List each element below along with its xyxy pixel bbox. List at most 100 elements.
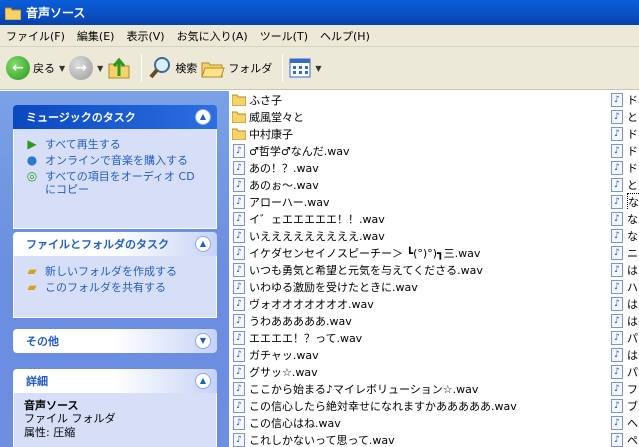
- file-item[interactable]: ♪ あのぉ～.wav: [232, 176, 607, 193]
- file-item[interactable]: ♪ いつも勇気と希望と元気を与えてくださる.wav: [232, 261, 607, 278]
- file-list-column-2: ♪ド♪とこ♪ドン♪ドン♪ドン♪と思♪なに♪なん♪なん♪ニコ♪はあ♪ハァ♪はぁ♪は…: [610, 91, 639, 447]
- file-item[interactable]: ♪ エエエエ！？って.wav: [232, 329, 607, 346]
- file-item[interactable]: ♪ イケダセンセイノスピーチー＞ ┗(°)°)┓三.wav: [232, 244, 607, 261]
- play-all-label: すべて再生する: [45, 138, 121, 151]
- file-item[interactable]: ♪ うわあああああ.wav: [232, 312, 607, 329]
- views-button[interactable]: ▼: [289, 52, 321, 84]
- file-item[interactable]: ♪ ニコ: [610, 244, 639, 261]
- cd-icon: ◎: [26, 169, 38, 183]
- file-item[interactable]: ♪ アローハー.wav: [232, 193, 607, 210]
- audio-file-icon: ♪: [233, 381, 245, 396]
- collapse-icon[interactable]: ▲: [195, 373, 211, 389]
- file-item[interactable]: ♪ なん: [610, 210, 639, 227]
- file-name: いわゆる激励を受けたときに.wav: [249, 280, 418, 294]
- file-item[interactable]: ♪ ガチャッ.wav: [232, 346, 607, 363]
- file-item[interactable]: ♪ はぁ: [610, 295, 639, 312]
- file-name: ドン: [627, 161, 639, 175]
- file-item[interactable]: ♪ ブル: [610, 397, 639, 414]
- details-header[interactable]: 詳細 ▲: [13, 369, 217, 393]
- menu-file[interactable]: ファイル(F): [0, 28, 71, 44]
- file-item[interactable]: ♪ これしかないって思って.wav: [232, 431, 607, 447]
- menu-tools[interactable]: ツール(T): [254, 28, 314, 44]
- file-item[interactable]: ♪ ドン: [610, 142, 639, 159]
- file-item[interactable]: ♪ とこ: [610, 108, 639, 125]
- audio-file-icon: ♪: [611, 364, 623, 379]
- share-folder-label: このフォルダを共有する: [45, 281, 166, 294]
- file-item[interactable]: ♪ フェ: [610, 380, 639, 397]
- file-item[interactable]: ♪ ここから始まる♪マイレボリューション☆.wav: [232, 380, 607, 397]
- file-item[interactable]: ♪ この信心はね.wav: [232, 414, 607, 431]
- chevron-down-icon[interactable]: ▼: [97, 64, 103, 73]
- folder-item[interactable]: ふさ子: [232, 91, 607, 108]
- up-folder-button[interactable]: [107, 52, 131, 84]
- file-item[interactable]: ♪ この信心したら絶対幸せになれますかあああああ.wav: [232, 397, 607, 414]
- expand-icon[interactable]: ▼: [195, 333, 211, 349]
- file-name: ヘス: [627, 416, 639, 430]
- separator: [282, 54, 284, 82]
- file-name: ドン: [627, 127, 639, 141]
- file-item[interactable]: ♪ グサッ☆.wav: [232, 363, 607, 380]
- audio-file-icon: ♪: [611, 381, 623, 396]
- file-item[interactable]: ♪ なん: [610, 227, 639, 244]
- details-type: ファイル フォルダ: [24, 412, 116, 425]
- file-item[interactable]: ♪ と思: [610, 176, 639, 193]
- folder-item[interactable]: 威風堂々と: [232, 108, 607, 125]
- other-header[interactable]: その他 ▼: [13, 329, 217, 353]
- audio-file-icon: ♪: [611, 245, 623, 260]
- file-item[interactable]: ♪ はぁ: [610, 346, 639, 363]
- file-item[interactable]: ♪ は～: [610, 312, 639, 329]
- file-item[interactable]: ♪ イ゛ェエエエエエ！！.wav: [232, 210, 607, 227]
- collapse-icon[interactable]: ▲: [195, 236, 211, 252]
- play-all-link[interactable]: ▶ すべて再生する: [24, 138, 206, 152]
- file-item[interactable]: ♪ なに: [610, 193, 639, 210]
- details-body: 音声ソース ファイル フォルダ 属性: 圧縮: [13, 393, 217, 447]
- file-item[interactable]: ♪ ヴォオオオオオオオ.wav: [232, 295, 607, 312]
- forward-button[interactable]: → ▼: [69, 52, 103, 84]
- file-item[interactable]: ♪ パー: [610, 363, 639, 380]
- file-item[interactable]: ♪ いわゆる激励を受けたときに.wav: [232, 278, 607, 295]
- audio-file-icon: ♪: [233, 347, 245, 362]
- music-tasks-header[interactable]: ミュージックのタスク ▲: [13, 105, 217, 129]
- file-name: はあ: [627, 263, 639, 277]
- file-item[interactable]: ♪ ペニ: [610, 431, 639, 447]
- file-tasks-header[interactable]: ファイルとフォルダのタスク ▲: [13, 232, 217, 256]
- file-name: ヴォオオオオオオオ.wav: [249, 297, 374, 311]
- menu-edit[interactable]: 編集(E): [71, 28, 121, 44]
- file-name: エエエエ！？って.wav: [249, 331, 363, 345]
- file-list: ふさ子 威風堂々と 中村康子 ♪ ♂哲学♂なんだ.wav ♪ あの！？.wav ♪ あのぉ～.w…: [229, 91, 639, 447]
- file-name: この信心はね.wav: [249, 416, 341, 430]
- back-label: 戻る: [33, 62, 55, 75]
- file-item[interactable]: ♪ ドン: [610, 159, 639, 176]
- chevron-down-icon[interactable]: ▼: [315, 64, 321, 73]
- menu-favorites[interactable]: お気に入り(A): [171, 28, 254, 44]
- menu-help[interactable]: ヘルプ(H): [314, 28, 376, 44]
- copy-to-cd-link[interactable]: ◎ すべての項目をオーディオ CD にコピー: [24, 169, 206, 197]
- new-folder-link[interactable]: ▰ 新しいフォルダを作成する: [24, 265, 206, 279]
- folders-button[interactable]: フォルダ: [201, 52, 272, 84]
- collapse-icon[interactable]: ▲: [195, 109, 211, 125]
- share-folder-link[interactable]: ▰ このフォルダを共有する: [24, 281, 206, 295]
- file-item[interactable]: ♪ ド: [610, 91, 639, 108]
- audio-file-icon: ♪: [233, 211, 245, 226]
- file-item[interactable]: ♪ ♂哲学♂なんだ.wav: [232, 142, 607, 159]
- file-item[interactable]: ♪ あの！？.wav: [232, 159, 607, 176]
- file-item[interactable]: ♪ ハァ: [610, 278, 639, 295]
- audio-file-icon: ♪: [233, 330, 245, 345]
- file-name: ハァ: [627, 280, 639, 294]
- audio-file-icon: ♪: [611, 160, 623, 175]
- folder-item[interactable]: 中村康子: [232, 125, 607, 142]
- audio-file-icon: ♪: [233, 160, 245, 175]
- chevron-down-icon[interactable]: ▼: [59, 64, 65, 73]
- forward-arrow-icon: →: [69, 56, 94, 80]
- back-button[interactable]: ← 戻る ▼: [6, 52, 65, 84]
- audio-file-icon: ♪: [233, 262, 245, 277]
- menu-view[interactable]: 表示(V): [120, 28, 170, 44]
- buy-music-link[interactable]: ● オンラインで音楽を購入する: [24, 154, 206, 168]
- folder-icon: [232, 111, 246, 123]
- file-item[interactable]: ♪ ヘス: [610, 414, 639, 431]
- file-item[interactable]: ♪ パー: [610, 329, 639, 346]
- search-button[interactable]: 検索: [148, 52, 197, 84]
- file-item[interactable]: ♪ はあ: [610, 261, 639, 278]
- file-item[interactable]: ♪ いえええええええええ.wav: [232, 227, 607, 244]
- file-item[interactable]: ♪ ドン: [610, 125, 639, 142]
